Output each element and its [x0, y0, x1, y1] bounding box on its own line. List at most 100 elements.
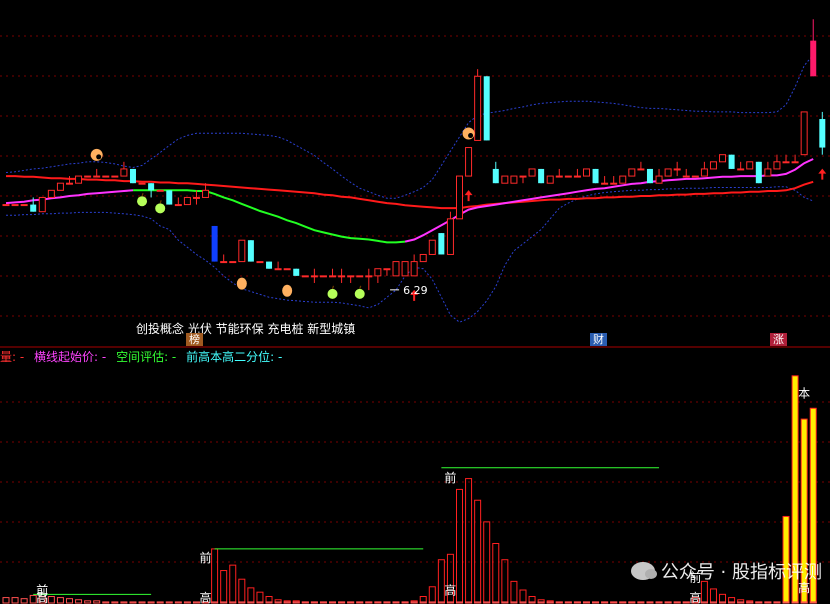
candle-body: [30, 204, 37, 212]
label-high: 高: [36, 590, 48, 604]
volume-bar-red: [465, 478, 473, 604]
volume-bar-small: [474, 601, 482, 604]
candle-body: [619, 175, 627, 184]
hand-icon: [282, 284, 293, 297]
candle-body: [138, 182, 146, 185]
candle-body: [256, 261, 264, 264]
volume-bar-small: [347, 601, 355, 604]
candle-body: [501, 175, 509, 184]
long-ma-line: [6, 175, 814, 210]
volume-bar-small: [220, 601, 228, 604]
volume-bar-small: [437, 601, 445, 604]
volume-bar-small: [310, 601, 318, 604]
apple-icon: [155, 203, 166, 214]
volume-bar-small: [392, 601, 400, 604]
volume-bar-small: [183, 601, 191, 604]
candle-body: [755, 161, 762, 184]
candle-body: [564, 175, 572, 178]
volume-bar-red: [501, 559, 509, 604]
volume-bar-small: [283, 601, 291, 604]
candle-body: [573, 175, 581, 178]
candle-body: [746, 161, 754, 170]
candle-body: [592, 168, 599, 184]
candle-body: [75, 175, 83, 184]
candle-body: [610, 182, 618, 185]
volume-bar-small: [700, 601, 708, 604]
candle-body: [664, 168, 672, 177]
candle-body: [392, 261, 400, 277]
volume-bar-small: [501, 601, 509, 604]
candle-body: [220, 261, 228, 264]
volume-bar-red: [211, 548, 219, 604]
apple-stem: [331, 285, 335, 290]
candle-body: [247, 240, 254, 262]
volume-bar-small: [338, 601, 346, 604]
candle-body: [819, 119, 826, 148]
volume-bar-small: [47, 596, 55, 604]
label-high: 高: [444, 582, 456, 597]
volume-bar-red: [474, 499, 482, 604]
volume-bar-small: [573, 601, 581, 604]
candle-body: [474, 75, 482, 141]
volume-bar-red: [519, 589, 527, 604]
volume-bar-small: [737, 601, 745, 604]
candle-body: [166, 190, 173, 205]
label-high: 高: [200, 590, 212, 604]
candle-body: [709, 161, 717, 170]
volume-bar-small: [746, 601, 754, 604]
volume-bar-red: [229, 564, 237, 604]
volume-bar-small: [265, 601, 273, 604]
legend-item-start-price: 横线起始价: -: [34, 350, 107, 364]
candle-body: [310, 275, 318, 278]
volume-bar-small: [719, 601, 727, 604]
volume-bar-small: [655, 601, 663, 604]
candle-body: [111, 175, 119, 178]
tag-zhang: 涨: [770, 333, 787, 346]
peak-marker-hole: [96, 154, 102, 160]
candle-body: [374, 268, 382, 277]
volume-bar-small: [510, 601, 518, 604]
volume-bar-small: [56, 597, 64, 604]
volume-bar-small: [610, 601, 618, 604]
candle-body: [129, 168, 136, 184]
volume-bar-small: [410, 601, 418, 604]
volume-bar-small: [65, 598, 73, 604]
candle-body: [410, 261, 418, 277]
candle-body: [174, 204, 182, 207]
candle-body: [728, 154, 735, 169]
volume-bar-small: [274, 601, 282, 604]
volume-bar-small: [628, 601, 636, 604]
volume-bar-red: [709, 588, 717, 604]
volume-bar-small: [374, 601, 382, 604]
candle-body: [347, 275, 355, 278]
volume-bar-small: [301, 601, 309, 604]
volume-bar-small: [528, 601, 536, 604]
candle-body: [510, 175, 518, 184]
candle-body: [519, 175, 527, 178]
apple-icon: [354, 288, 365, 299]
candle-body: [673, 168, 681, 171]
candle-body: [356, 275, 364, 278]
band-lower-line: [6, 186, 814, 323]
candle-body: [11, 204, 19, 207]
volume-bar-small: [102, 601, 110, 604]
candle-body: [401, 261, 409, 277]
volume-bar-small: [428, 601, 436, 604]
volume-bar-small: [247, 601, 255, 604]
candle-body: [456, 175, 463, 220]
candle-body: [637, 168, 645, 171]
candle-body: [102, 175, 110, 178]
volume-bar-small: [84, 600, 92, 604]
candle-body: [465, 147, 473, 177]
candle-body: [301, 275, 309, 278]
volume-bar-small: [419, 601, 427, 604]
volume-bar-small: [465, 601, 473, 604]
volume-bar-small: [174, 601, 182, 604]
label-high: 高: [689, 590, 701, 604]
volume-bar-small: [446, 601, 454, 604]
volume-bar-small: [637, 601, 645, 604]
volume-bar-small: [2, 597, 10, 604]
candle-body: [202, 189, 210, 198]
volume-bar-small: [483, 601, 491, 604]
volume-bar-small: [546, 601, 554, 604]
